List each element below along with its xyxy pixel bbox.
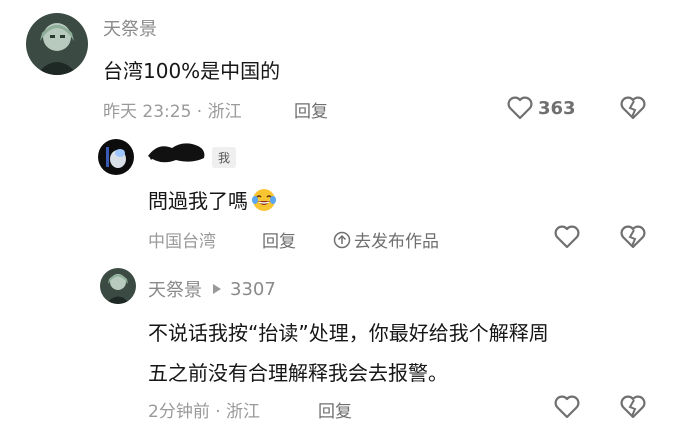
redaction-scribble-icon xyxy=(148,143,205,163)
face-with-tears-of-joy-icon xyxy=(252,188,276,211)
comment-text-line-1: 不说话我按“抬读”处理，你最好给我个解释周 xyxy=(148,321,549,345)
comment-author[interactable]: 天祭景 3307 xyxy=(148,276,276,302)
heart-icon xyxy=(507,96,533,120)
heart-icon xyxy=(554,225,580,249)
dislike-button[interactable] xyxy=(619,394,647,420)
heart-icon xyxy=(554,395,580,419)
comment-text: 問過我了嗎 xyxy=(148,185,277,214)
publish-work-button[interactable]: 去发布作品 xyxy=(333,227,439,252)
comment-author-name: 天祭景 xyxy=(148,280,202,301)
avatar[interactable] xyxy=(98,139,134,175)
comment-location: 中国台湾 xyxy=(148,232,216,252)
dislike-button[interactable] xyxy=(619,224,647,250)
comment-time-location: 2分钟前 · 浙江 xyxy=(148,402,261,422)
comment-text-content: 問過我了嗎 xyxy=(148,189,248,213)
me-badge: 我 xyxy=(212,147,237,168)
triangle-right-icon xyxy=(213,284,221,294)
broken-heart-icon xyxy=(620,395,646,419)
publish-work-label: 去发布作品 xyxy=(354,232,439,252)
anime-avatar-icon xyxy=(26,13,88,75)
redacted-username xyxy=(146,138,208,168)
like-button[interactable]: 363 xyxy=(506,95,576,121)
reply-button[interactable]: 回复 xyxy=(262,227,296,252)
broken-heart-icon xyxy=(620,96,646,120)
comment-text-line-2: 五之前没有合理解释我会去报警。 xyxy=(148,361,448,385)
reply-to-name: 3307 xyxy=(230,278,276,300)
reply-button[interactable]: 回复 xyxy=(318,397,352,422)
broken-heart-icon xyxy=(620,225,646,249)
avatar-icon xyxy=(98,139,134,175)
like-button[interactable] xyxy=(553,394,581,420)
comment-author[interactable]: 天祭景 xyxy=(103,15,157,41)
like-button[interactable] xyxy=(553,224,581,250)
reply-button[interactable]: 回复 xyxy=(294,97,328,122)
anime-avatar-icon xyxy=(100,268,136,304)
dislike-button[interactable] xyxy=(619,95,647,121)
avatar[interactable] xyxy=(26,13,88,75)
comment-time-location: 昨天 23:25 · 浙江 xyxy=(103,102,242,122)
like-count: 363 xyxy=(538,97,576,119)
avatar[interactable] xyxy=(100,268,136,304)
comment-text: 台湾100%是中国的 xyxy=(103,59,281,83)
arrow-up-circle-icon xyxy=(333,231,351,248)
